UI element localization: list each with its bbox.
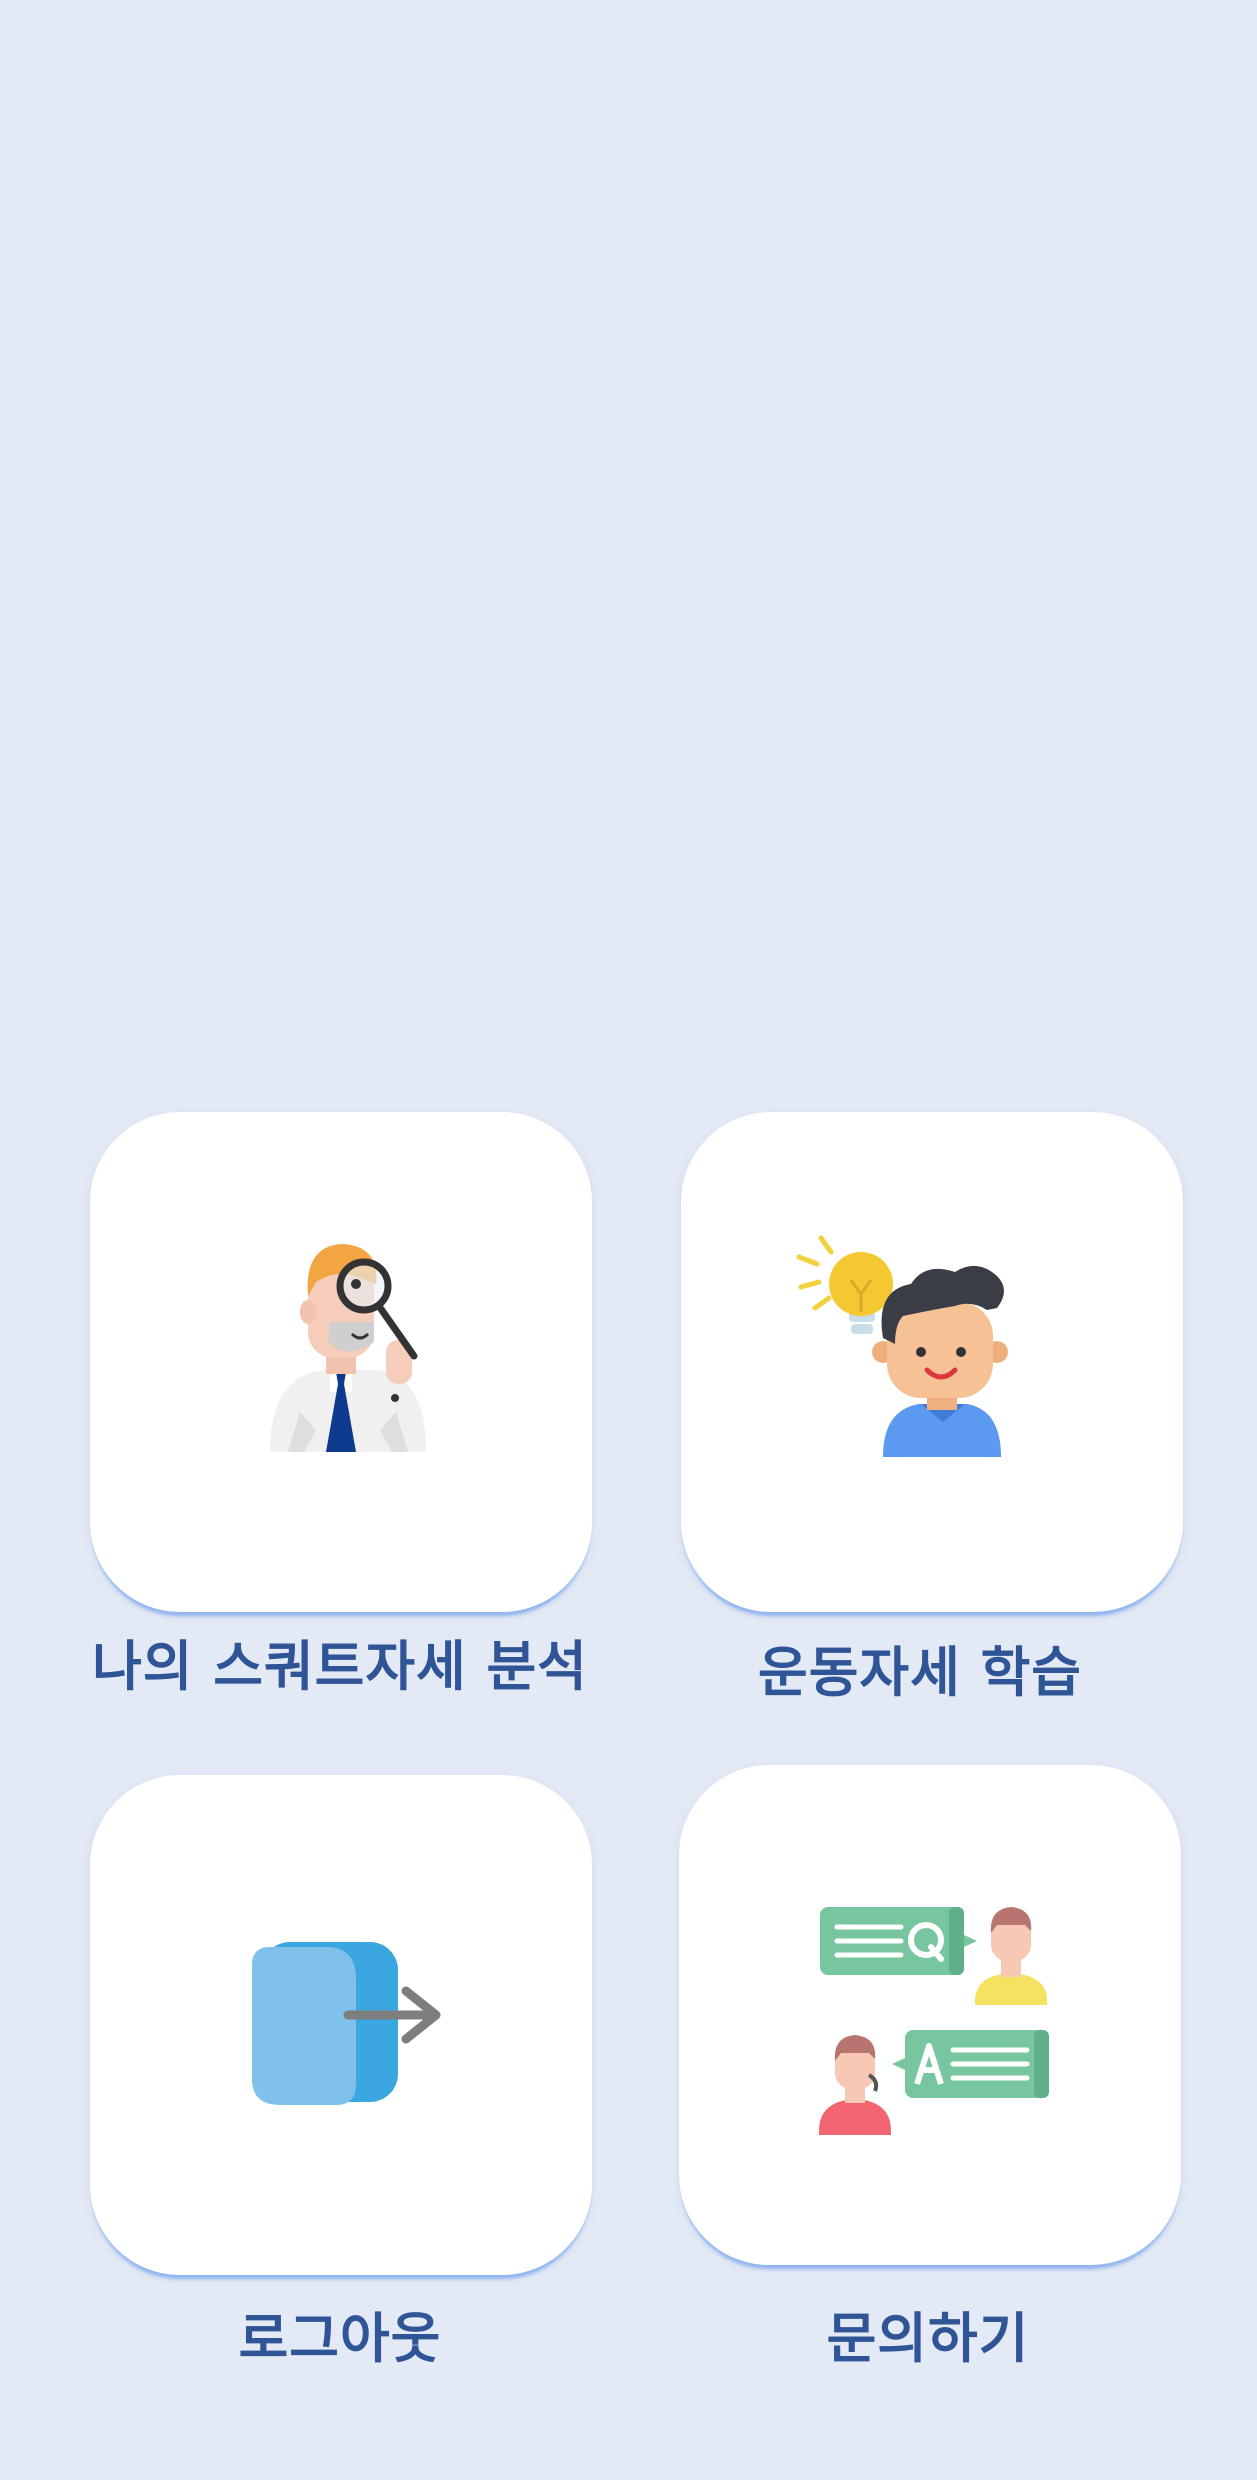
menu-label-squat-analysis: 나의 스쿼트자세 분석: [92, 1635, 588, 1698]
logout-icon: [252, 1942, 441, 2105]
menu-card-logout[interactable]: [90, 1775, 592, 2275]
menu-label-inquiry: 문의하기: [826, 2307, 1030, 2370]
detective-magnifier-icon: [270, 1244, 426, 1452]
menu-card-posture-learning[interactable]: [681, 1112, 1183, 1612]
menu-label-logout: 로그아웃: [238, 2307, 442, 2370]
qa-chat-icon: [819, 1907, 1049, 2135]
menu-card-squat-analysis[interactable]: [90, 1112, 592, 1612]
boy-lightbulb-icon: [796, 1235, 1008, 1457]
menu-label-posture-learning: 운동자세 학습: [758, 1641, 1082, 1704]
menu-card-inquiry[interactable]: [679, 1765, 1181, 2265]
